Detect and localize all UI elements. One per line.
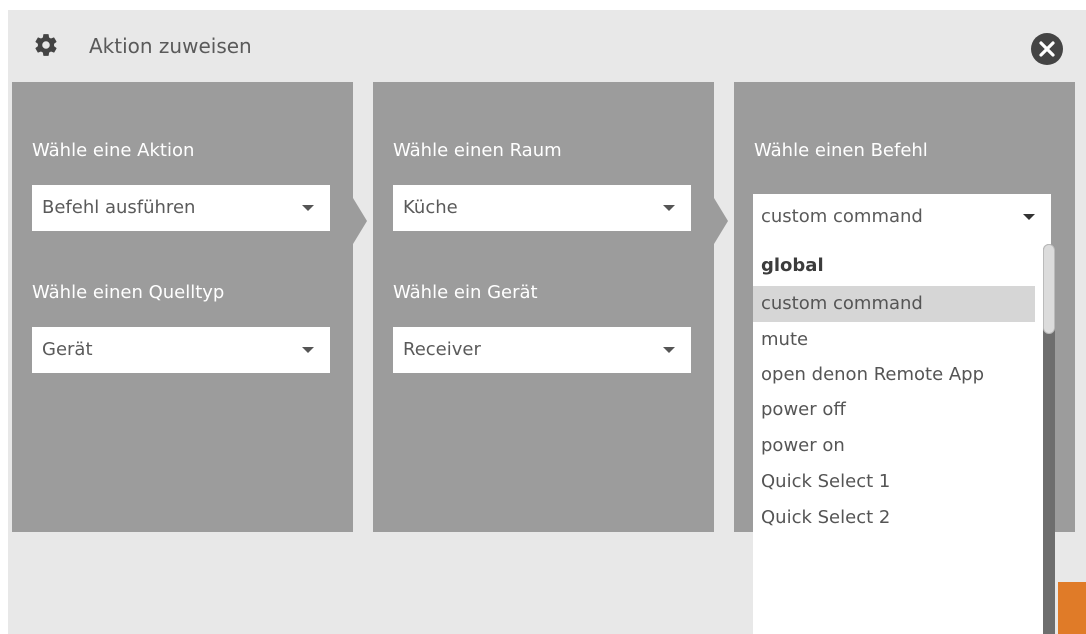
- command-label: Wähle einen Befehl: [754, 140, 928, 161]
- dialog-title: Aktion zuweisen: [89, 34, 252, 58]
- command-options: global custom command mute open denon Re…: [753, 246, 1035, 536]
- action-select-value: Befehl ausführen: [42, 197, 196, 218]
- device-select[interactable]: Receiver: [393, 327, 691, 373]
- source-type-select-value: Gerät: [42, 339, 93, 360]
- step-arrow: [714, 198, 728, 244]
- device-select-value: Receiver: [403, 339, 481, 360]
- close-icon[interactable]: [1030, 32, 1064, 66]
- source-type-select[interactable]: Gerät: [32, 327, 330, 373]
- room-select[interactable]: Küche: [393, 185, 691, 231]
- chevron-down-icon: [663, 347, 675, 353]
- action-label: Wähle eine Aktion: [32, 140, 195, 161]
- chevron-down-icon: [302, 347, 314, 353]
- room-select-value: Küche: [403, 197, 458, 218]
- device-label: Wähle ein Gerät: [393, 282, 538, 303]
- option-open-denon-remote-app[interactable]: open denon Remote App: [753, 358, 1035, 392]
- option-quick-select-2[interactable]: Quick Select 2: [753, 500, 1035, 536]
- dropdown-scrollbar-thumb[interactable]: [1043, 244, 1055, 334]
- option-mute[interactable]: mute: [753, 322, 1035, 358]
- action-select[interactable]: Befehl ausführen: [32, 185, 330, 231]
- room-label: Wähle einen Raum: [393, 140, 562, 161]
- command-select-value: custom command: [761, 206, 923, 227]
- action-panel: Wähle eine Aktion Befehl ausführen Wähle…: [12, 82, 353, 532]
- source-type-label: Wähle einen Quelltyp: [32, 282, 225, 303]
- option-custom-command[interactable]: custom command: [753, 286, 1035, 322]
- option-quick-select-1[interactable]: Quick Select 1: [753, 464, 1035, 500]
- option-power-on[interactable]: power on: [753, 428, 1035, 464]
- command-select[interactable]: custom command: [753, 194, 1051, 240]
- step-arrow: [353, 198, 367, 244]
- gear-icon: [35, 34, 57, 56]
- dialog-header: Aktion zuweisen: [8, 10, 1086, 84]
- command-dropdown[interactable]: custom command global custom command mut…: [753, 194, 1051, 634]
- chevron-down-icon: [663, 205, 675, 211]
- chevron-down-icon: [1023, 214, 1035, 220]
- option-power-off[interactable]: power off: [753, 392, 1035, 428]
- option-group-global: global: [761, 255, 824, 276]
- room-panel: Wähle einen Raum Küche Wähle ein Gerät R…: [373, 82, 714, 532]
- confirm-button[interactable]: [1058, 582, 1086, 634]
- chevron-down-icon: [302, 205, 314, 211]
